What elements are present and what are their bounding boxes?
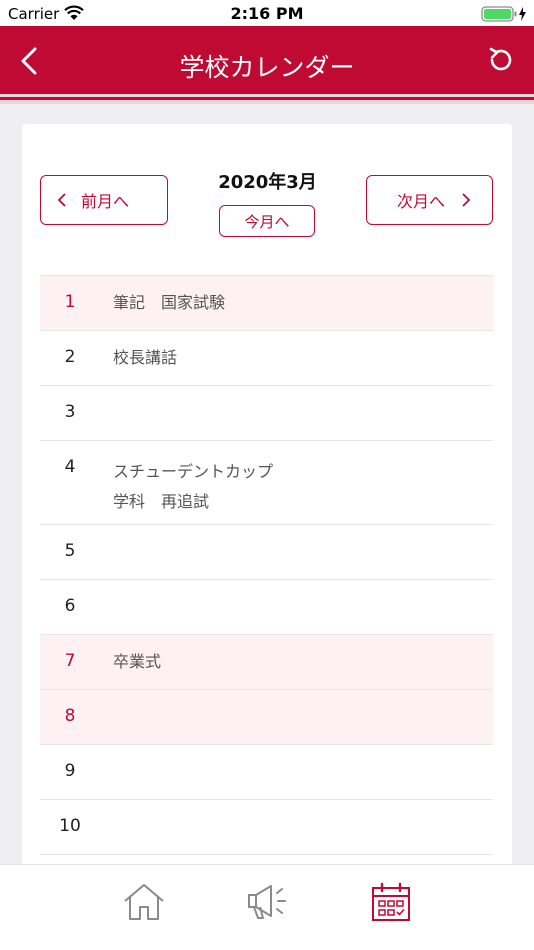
refresh-icon[interactable] — [487, 46, 515, 74]
this-month-button[interactable]: 今月へ — [219, 205, 315, 237]
day-row[interactable]: 4 スチューデントカップ 学科 再追試 — [40, 441, 493, 525]
day-row[interactable]: 9 — [40, 745, 493, 800]
battery-icon — [481, 6, 526, 22]
prev-month-button[interactable]: 前月へ — [40, 175, 168, 225]
day-number: 10 — [59, 816, 81, 836]
day-number: 5 — [64, 541, 76, 561]
day-number: 4 — [64, 457, 76, 477]
chevron-left-icon — [57, 193, 66, 207]
next-month-button[interactable]: 次月へ — [366, 175, 493, 225]
calendar-icon[interactable] — [371, 882, 411, 922]
status-bar: Carrier 2:16 PM — [0, 0, 534, 26]
day-events: 卒業式 — [113, 647, 161, 677]
day-row[interactable]: 6 — [40, 580, 493, 635]
clock: 2:16 PM — [230, 4, 304, 23]
megaphone-icon[interactable] — [245, 882, 291, 922]
event-label: 筆記 国家試験 — [113, 293, 226, 312]
day-row[interactable]: 5 — [40, 525, 493, 580]
day-events: 筆記 国家試験 — [113, 288, 225, 318]
day-number: 7 — [64, 651, 76, 671]
month-label: 2020年3月 — [218, 172, 317, 193]
day-number: 2 — [64, 347, 76, 367]
day-events: スチューデントカップ 学科 再追試 — [113, 457, 273, 517]
prev-month-label: 前月へ — [81, 192, 130, 211]
day-row[interactable]: 10 — [40, 800, 493, 855]
event-label: 校長講話 — [113, 348, 178, 367]
day-row[interactable]: 8 — [40, 690, 493, 745]
day-row[interactable]: 1 筆記 国家試験 — [40, 276, 493, 331]
this-month-label: 今月へ — [244, 212, 290, 231]
tab-bar — [0, 864, 534, 950]
day-events: 校長講話 — [113, 343, 177, 373]
event-label: スチューデントカップ — [113, 462, 274, 481]
day-number: 8 — [64, 706, 76, 726]
event-label: 卒業式 — [113, 652, 162, 671]
next-month-label: 次月へ — [397, 192, 446, 211]
page-title: 学校カレンダー — [179, 53, 355, 82]
nav-shadow — [0, 97, 534, 104]
day-number: 3 — [64, 402, 76, 422]
day-number: 1 — [64, 292, 76, 312]
day-row[interactable]: 7 卒業式 — [40, 635, 493, 690]
home-icon[interactable] — [122, 882, 166, 922]
day-list: 1 筆記 国家試験 2 校長講話 3 4 スチューデントカップ 学科 再追試 5 6 7 卒業式 8 9 1… — [40, 275, 493, 855]
day-row[interactable]: 2 校長講話 — [40, 331, 493, 386]
event-label: 学科 再追試 — [113, 492, 210, 511]
day-row[interactable]: 3 — [40, 386, 493, 441]
day-number: 6 — [64, 596, 76, 616]
chevron-right-icon — [462, 193, 471, 207]
day-number: 9 — [64, 761, 76, 781]
